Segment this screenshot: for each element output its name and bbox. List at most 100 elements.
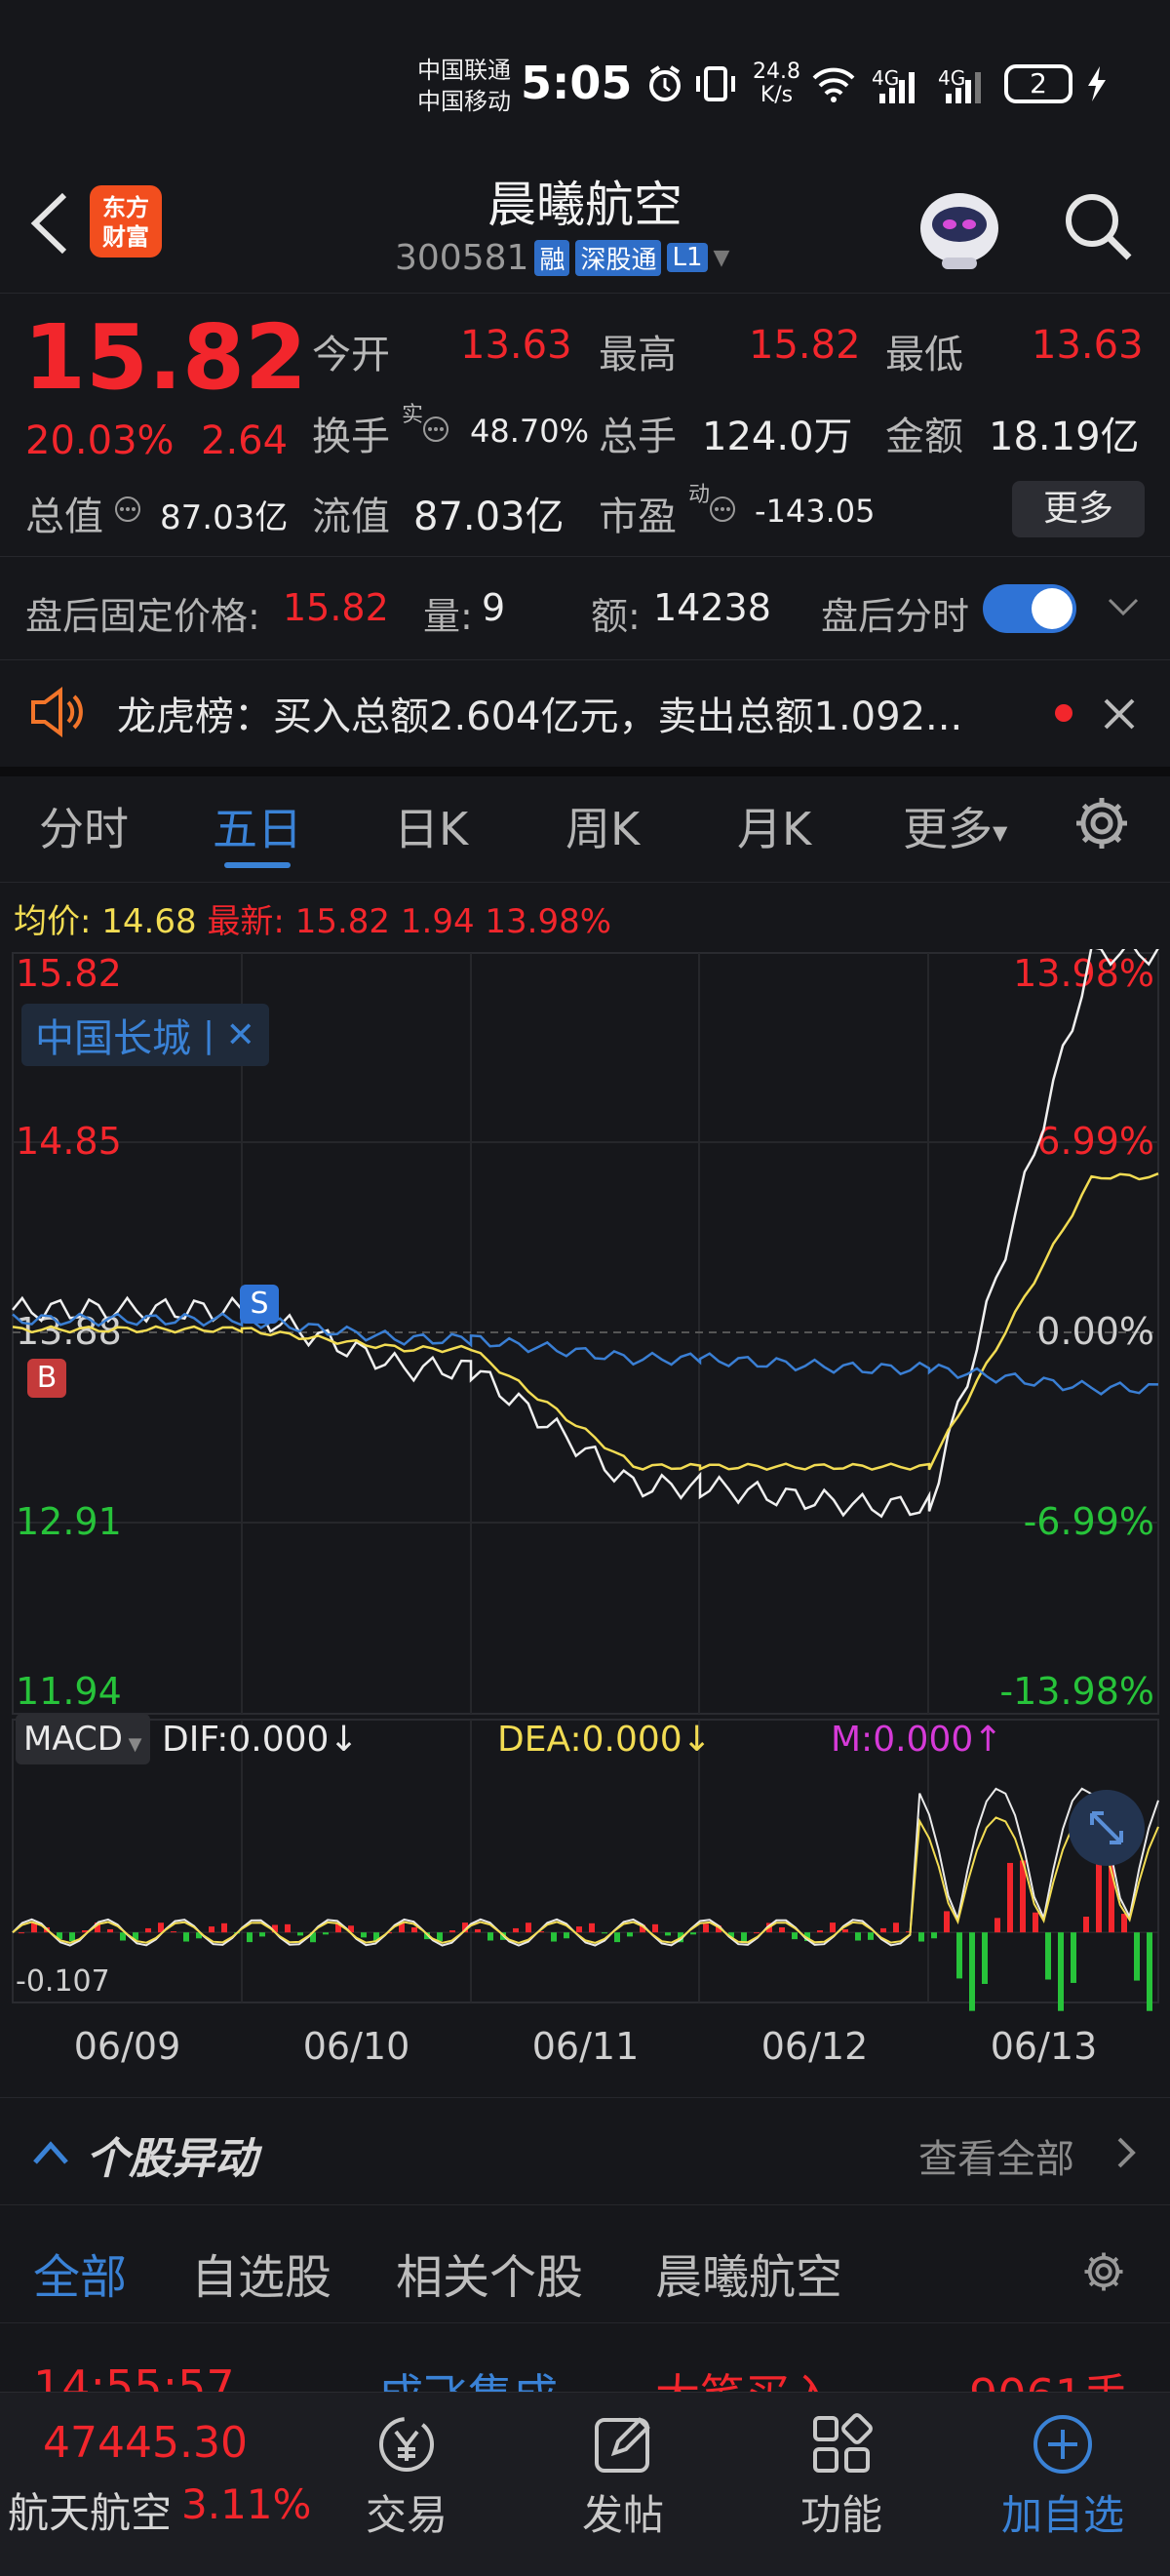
macd-bar [361,1932,367,1938]
macd-bar [171,1931,176,1933]
speaker-icon [27,685,86,739]
macd-bar [1083,1917,1089,1933]
macd-bar [855,1932,861,1941]
notice-text: 龙虎榜：买入总额2.604亿元，卖出总额1.092... [117,694,963,739]
info-icon[interactable] [708,495,737,524]
macd-dif: DIF:0.000↓ [162,1720,359,1760]
filter-all[interactable]: 全部 [33,2239,127,2307]
macd-axis: 0.325-0.107 [16,1726,110,1999]
nav-post-label: 发帖 [581,2491,664,2539]
after-toggle-label: 盘后分时 [821,595,970,638]
pct-axis-label: 0.00% [1036,1310,1154,1353]
open-value: 13.63 [460,323,572,368]
current-price: 15.82 [23,305,308,410]
net-speed-value: 24.8 [753,59,800,84]
tab-more[interactable]: 更多▼ [903,794,1007,858]
signal-icon-2 [942,64,987,107]
tab-week-k[interactable]: 周K [566,794,640,858]
buy-marker[interactable]: B [27,1359,66,1398]
macd-selector[interactable]: MACD ▼ [16,1714,150,1764]
after-hours-toggle[interactable] [983,584,1076,633]
expand-icon[interactable] [1069,1790,1145,1866]
after-amt-label: 额: [591,595,641,638]
bottom-nav: 47445.30 航天航空 3.11% 交易 发帖 功能 加自选 [0,2392,1170,2576]
macd-bar [1071,1932,1076,1983]
view-all-link[interactable]: 查看全部 [918,2127,1074,2184]
macd-bar [1033,1912,1038,1933]
macd-m-value: M:0.000 [831,1720,974,1760]
charging-icon [1082,64,1112,103]
amount-label: 金额 [885,415,963,459]
nav-add-watchlist[interactable]: 加自选 [985,2410,1141,2566]
macd-bar [285,1923,291,1933]
gear-icon[interactable] [1071,792,1133,854]
latest-label: 最新: [207,902,285,941]
filter-watchlist[interactable]: 自选股 [191,2239,332,2307]
volume-label: 总手 [599,415,677,459]
nav-function-label: 功能 [800,2491,882,2539]
macd-bar [944,1911,950,1933]
macd-bar [475,1928,481,1933]
filter-related[interactable]: 相关个股 [396,2239,583,2307]
sell-marker[interactable]: S [240,1285,279,1324]
clock: 5:05 [521,57,633,109]
close-icon[interactable] [1100,694,1139,733]
macd-bar [1045,1932,1051,1980]
macd-bar [602,1932,607,1934]
index-ticker[interactable]: 47445.30 航天航空 3.11% [0,2393,312,2576]
row-volume: 9061手 [969,2360,1128,2392]
macd-dea: DEA:0.000↓ [497,1720,712,1760]
tab-month-k[interactable]: 月K [737,794,811,858]
high-label: 最高 [599,333,677,377]
chevron-down-icon[interactable] [1104,592,1143,621]
macd-bar [183,1932,189,1942]
macd-bar [1007,1862,1013,1933]
macd-axis-bottom: -0.107 [16,1964,110,1999]
row-stock-name[interactable]: 成飞集成 [378,2360,558,2392]
gear-icon[interactable] [1080,2248,1127,2295]
nav-trade[interactable]: 交易 [353,2410,460,2566]
avg-label: 均价: [14,902,92,941]
more-button[interactable]: 更多 [1012,481,1145,537]
row-time: 14:55:57 [33,2360,235,2392]
macd-bar [564,1932,569,1939]
chevron-right-icon[interactable] [1112,2133,1141,2172]
net-speed: 24.8 K/s [753,60,800,107]
chevron-up-icon[interactable] [29,2133,72,2172]
signal-icon-1 [876,64,920,107]
filter-stock[interactable]: 晨曦航空 [655,2239,842,2307]
pe-label: 市盈 [599,495,677,539]
nav-post[interactable]: 发帖 [569,2410,677,2566]
list-item[interactable]: 14:55:57 成飞集成 大笔买入 9061手 [0,2341,1170,2392]
tab-five-day[interactable]: 五日 [213,794,302,858]
tab-intraday[interactable]: 分时 [39,794,129,858]
info-icon[interactable] [113,495,142,524]
caret-down-icon: ▼ [993,820,1008,845]
info-icon[interactable] [421,415,450,444]
macd-m: M:0.000↑ [831,1720,1003,1760]
high-value: 15.82 [749,323,861,368]
tab-day-k[interactable]: 日K [394,794,468,858]
search-icon[interactable] [1059,187,1137,265]
chevron-down-icon[interactable]: ▼ [714,246,730,270]
macd-bar [449,1929,455,1933]
index-value: 47445.30 [43,2418,248,2468]
index-pct: 3.11% [181,2480,312,2528]
macd-bar [614,1932,620,1943]
badge-level: L1 [667,243,708,272]
macd-bar [259,1932,265,1937]
robot-avatar-icon[interactable] [913,179,1006,273]
macd-dif-value: DIF:0.000 [162,1720,330,1760]
after-vol: 9 [482,586,506,629]
nav-function[interactable]: 功能 [788,2410,895,2566]
compare-tag[interactable]: 中国长城 | ✕ [21,1004,269,1066]
macd-bar [526,1922,531,1933]
macd-bar [1147,1932,1152,2011]
compare-close-icon[interactable]: | ✕ [203,1015,255,1055]
volume-value: 124.0万 [702,415,853,459]
stock-code: 300581 [395,237,529,278]
section-title: 个股异动 [86,2134,257,2184]
price-axis-label: 14.85 [16,1120,122,1163]
after-hours-bar: 盘后固定价格: 15.82 量: 9 额: 14238 盘后分时 [0,556,1170,660]
notice-bar[interactable]: 龙虎榜：买入总额2.604亿元，卖出总额1.092... [0,659,1170,776]
